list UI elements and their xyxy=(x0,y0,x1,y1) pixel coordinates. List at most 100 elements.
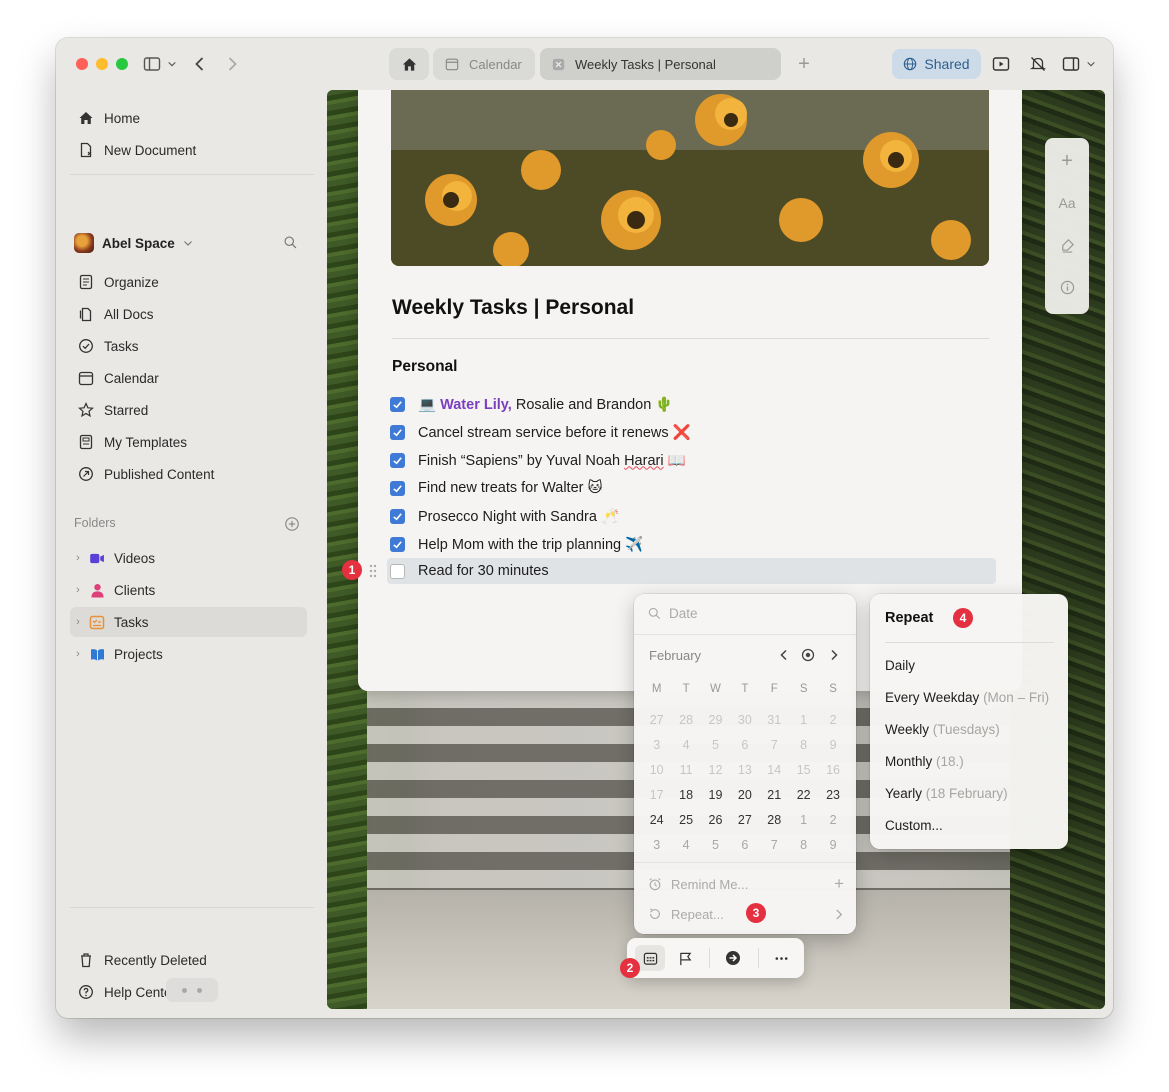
day-cell[interactable]: 3 xyxy=(642,838,671,852)
day-cell[interactable]: 6 xyxy=(730,838,759,852)
task-checkbox[interactable] xyxy=(390,564,405,579)
chevron-right-icon[interactable]: › xyxy=(70,648,86,660)
folder-tasks[interactable]: › Tasks xyxy=(70,607,307,637)
day-cell[interactable]: 8 xyxy=(789,838,818,852)
mention-link[interactable]: Water Lily, xyxy=(440,397,512,413)
tab-weekly-tasks[interactable]: Weekly Tasks | Personal xyxy=(540,48,781,80)
previous-month-icon[interactable] xyxy=(775,646,793,664)
repeat-weekly-option[interactable]: Weekly (Tuesdays) xyxy=(885,722,1000,737)
move-button[interactable] xyxy=(718,945,748,971)
add-reminder-icon[interactable]: + xyxy=(834,874,844,894)
info-icon[interactable] xyxy=(1045,275,1089,299)
sidebar-item-my-templates[interactable]: My Templates xyxy=(70,427,307,457)
minimize-window-button[interactable] xyxy=(96,58,108,70)
new-tab-button[interactable]: + xyxy=(792,52,816,76)
day-cell[interactable]: 20 xyxy=(730,788,759,802)
sidebar-item-recently-deleted[interactable]: Recently Deleted xyxy=(70,945,307,975)
task-item[interactable]: Finish “Sapiens” by Yuval Noah Harari 📖 xyxy=(390,448,686,472)
day-cell[interactable]: 26 xyxy=(701,813,730,827)
more-button[interactable] xyxy=(766,945,796,971)
task-item[interactable]: Prosecco Night with Sandra 🥂 xyxy=(390,504,619,528)
folder-videos[interactable]: › Videos xyxy=(70,543,307,573)
task-text[interactable]: Cancel stream service before it renews ❌ xyxy=(418,424,691,441)
repeat-custom-option[interactable]: Custom... xyxy=(885,818,943,833)
chevron-right-icon[interactable]: › xyxy=(70,552,86,564)
chevron-down-icon[interactable] xyxy=(164,52,180,76)
flag-button[interactable] xyxy=(670,945,700,971)
page-indicator[interactable] xyxy=(166,978,218,1002)
task-item[interactable]: 💻 Water Lily, Rosalie and Brandon 🌵 xyxy=(390,392,673,416)
day-cell[interactable]: 24 xyxy=(642,813,671,827)
day-cell[interactable]: 1 xyxy=(789,813,818,827)
day-cell[interactable]: 28 xyxy=(760,813,789,827)
task-checkbox[interactable] xyxy=(390,453,405,468)
task-text[interactable]: Finish “Sapiens” by Yuval Noah Harari 📖 xyxy=(418,452,686,469)
task-checkbox[interactable] xyxy=(390,481,405,496)
sidebar-item-tasks[interactable]: Tasks xyxy=(70,331,307,361)
task-item[interactable]: Find new treats for Walter 🐱 xyxy=(390,476,603,500)
add-folder-icon[interactable] xyxy=(280,512,304,536)
play-icon[interactable] xyxy=(989,52,1013,76)
text-format-button[interactable]: Aa xyxy=(1045,191,1089,215)
day-cell[interactable]: 18 xyxy=(671,788,700,802)
today-icon[interactable] xyxy=(799,646,817,664)
task-text[interactable]: Prosecco Night with Sandra 🥂 xyxy=(418,508,619,525)
task-item[interactable]: Help Mom with the trip planning ✈️ xyxy=(390,532,643,556)
day-cell[interactable]: 5 xyxy=(701,838,730,852)
drag-handle-icon[interactable] xyxy=(369,564,377,578)
space-switcher[interactable]: Abel Space xyxy=(74,228,307,258)
close-window-button[interactable] xyxy=(76,58,88,70)
spellcheck-word[interactable]: Harari xyxy=(624,453,663,469)
tab-home[interactable] xyxy=(389,48,429,80)
sidebar-item-calendar[interactable]: Calendar xyxy=(70,363,307,393)
search-icon[interactable] xyxy=(278,230,302,254)
task-item[interactable]: Cancel stream service before it renews ❌ xyxy=(390,420,691,444)
folder-clients[interactable]: › Clients xyxy=(70,575,307,605)
repeat-monthly-option[interactable]: Monthly (18.) xyxy=(885,754,964,769)
task-checkbox[interactable] xyxy=(390,537,405,552)
task-checkbox[interactable] xyxy=(390,509,405,524)
section-heading[interactable]: Personal xyxy=(392,358,457,376)
day-cell[interactable]: 22 xyxy=(789,788,818,802)
day-cell[interactable]: 9 xyxy=(818,838,847,852)
day-cell[interactable]: 27 xyxy=(730,813,759,827)
insert-button[interactable]: + xyxy=(1045,149,1089,173)
chevron-right-icon[interactable]: › xyxy=(70,616,86,628)
day-cell[interactable]: 25 xyxy=(671,813,700,827)
highlighter-icon[interactable] xyxy=(1045,233,1089,257)
sidebar-item-published-content[interactable]: Published Content xyxy=(70,459,307,489)
sidebar-toggle-icon[interactable] xyxy=(140,52,164,76)
chevron-right-icon[interactable]: › xyxy=(70,584,86,596)
back-icon[interactable] xyxy=(188,52,212,76)
tab-calendar[interactable]: Calendar xyxy=(433,48,535,80)
sidebar-item-home[interactable]: Home xyxy=(70,103,307,133)
task-text[interactable]: Find new treats for Walter 🐱 xyxy=(418,480,603,496)
sidebar-item-all-docs[interactable]: All Docs xyxy=(70,299,307,329)
repeat-daily-option[interactable]: Daily xyxy=(885,658,915,673)
forward-icon[interactable] xyxy=(220,52,244,76)
next-month-icon[interactable] xyxy=(825,646,843,664)
shared-button[interactable]: Shared xyxy=(892,49,981,79)
day-cell[interactable]: 7 xyxy=(760,838,789,852)
day-cell[interactable]: 21 xyxy=(760,788,789,802)
repeat-weekday-option[interactable]: Every Weekday (Mon – Fri) xyxy=(885,690,1049,705)
day-cell[interactable]: 19 xyxy=(701,788,730,802)
day-cell[interactable]: 4 xyxy=(671,838,700,852)
zoom-window-button[interactable] xyxy=(116,58,128,70)
task-text[interactable]: 💻 Water Lily, Rosalie and Brandon 🌵 xyxy=(418,396,673,413)
sidebar-item-starred[interactable]: Starred xyxy=(70,395,307,425)
day-cell[interactable]: 23 xyxy=(818,788,847,802)
document-title[interactable]: Weekly Tasks | Personal xyxy=(392,296,634,320)
date-search-field[interactable]: Date xyxy=(648,606,698,621)
task-item[interactable]: Read for 30 minutes xyxy=(390,559,549,583)
task-text[interactable]: Help Mom with the trip planning ✈️ xyxy=(418,536,643,553)
close-tab-icon[interactable] xyxy=(552,58,565,71)
task-checkbox[interactable] xyxy=(390,397,405,412)
sidebar-item-organize[interactable]: Organize xyxy=(70,267,307,297)
inspector-toggle-icon[interactable] xyxy=(1059,52,1083,76)
folder-projects[interactable]: › Projects xyxy=(70,639,307,669)
repeat-yearly-option[interactable]: Yearly (18 February) xyxy=(885,786,1008,801)
remind-me-option[interactable]: Remind Me... + xyxy=(648,873,844,895)
inspector-chevron-icon[interactable] xyxy=(1083,52,1099,76)
notifications-off-icon[interactable] xyxy=(1026,52,1050,76)
